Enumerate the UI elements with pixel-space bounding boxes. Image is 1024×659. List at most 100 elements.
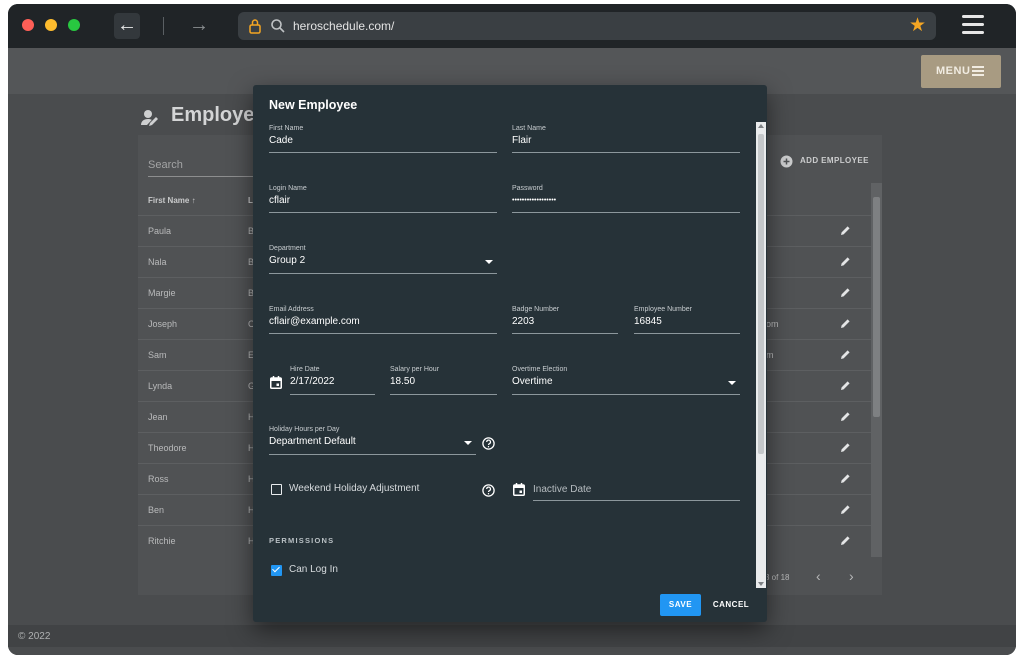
password-value: •••••••••••••••••• [512,197,557,204]
search-underline [148,176,263,177]
last-name-label: Last Name [512,125,546,132]
dropdown-caret-icon [728,381,736,385]
holiday-hours-select[interactable]: Holiday Hours per Day Department Default [269,426,476,455]
edit-pencil-icon[interactable] [840,473,851,484]
inactive-date-placeholder: Inactive Date [533,484,592,495]
overtime-select[interactable]: Overtime Election Overtime [512,366,740,395]
can-log-in-label: Can Log In [289,564,338,575]
app-footer: © 2022 [8,625,1016,647]
weekend-holiday-label: Weekend Holiday Adjustment [289,483,420,494]
forward-arrow-icon[interactable]: → [186,13,212,39]
cancel-button[interactable]: CANCEL [705,594,757,616]
employee-number-field[interactable]: Employee Number 16845 [634,306,740,334]
bookmark-star-icon[interactable]: ★ [909,14,926,37]
dialog-title: New Employee [269,98,358,112]
edit-pencil-icon[interactable] [840,349,851,360]
maximize-window-button[interactable] [68,19,80,31]
edit-pencil-icon[interactable] [840,411,851,422]
field-underline [390,394,497,395]
browser-menu-icon[interactable] [962,15,984,35]
minimize-window-button[interactable] [45,19,57,31]
menu-lines-icon [972,66,984,76]
holiday-hours-value: Department Default [269,436,356,447]
inactive-date-field[interactable]: Inactive Date [533,473,740,501]
add-employee-label: ADD EMPLOYEE [800,156,869,165]
first-name-cell: Theodore [148,443,187,453]
close-window-button[interactable] [22,19,34,31]
add-employee-button[interactable]: ADD EMPLOYEE [780,154,880,170]
edit-pencil-icon[interactable] [840,442,851,453]
hire-date-label: Hire Date [290,366,320,373]
field-underline [269,152,497,153]
badge-number-value: 2203 [512,316,535,327]
login-name-label: Login Name [269,185,307,192]
department-value: Group 2 [269,255,306,266]
department-select[interactable]: Department Group 2 [269,245,497,274]
help-icon[interactable] [482,437,495,450]
menu-button-label: MENU [936,65,971,77]
field-underline [512,212,740,213]
column-header-first-name[interactable]: First Name ↑ [148,196,196,205]
search-input[interactable]: Search [148,159,183,171]
calendar-icon[interactable] [513,483,525,496]
login-name-field[interactable]: Login Name cflair [269,185,497,213]
email-field[interactable]: Email Address cflair@example.com [269,306,497,334]
login-name-value: cflair [269,195,291,206]
weekend-holiday-checkbox[interactable] [271,484,282,495]
table-scrollbar[interactable] [871,183,882,557]
badge-number-field[interactable]: Badge Number 2203 [512,306,618,334]
first-name-cell: Margie [148,288,176,298]
field-underline [512,152,740,153]
previous-page-icon[interactable]: ‹ [816,568,821,584]
pagination-text: 3 of 18 [765,573,790,582]
last-name-field[interactable]: Last Name Flair [512,125,740,153]
edit-pencil-icon[interactable] [840,535,851,546]
field-underline [269,273,497,274]
dropdown-caret-icon [464,441,472,445]
can-log-in-checkbox[interactable] [271,565,282,576]
salary-value: 18.50 [390,376,416,387]
search-icon [271,19,285,33]
first-name-cell: Ritchie [148,536,176,546]
browser-window: ← → heroschedule.com/ ★ MENU Employees S… [8,4,1016,655]
first-name-cell: Sam [148,350,167,360]
first-name-cell: Ross [148,474,169,484]
first-name-cell: Ben [148,505,165,515]
save-button[interactable]: SAVE [660,594,701,616]
field-underline [512,333,618,334]
menu-button[interactable]: MENU [921,55,1001,88]
address-bar[interactable]: heroschedule.com/ ★ [238,12,936,40]
email-cell: m [766,350,774,360]
back-arrow-icon[interactable]: ← [114,13,140,39]
first-name-cell: Paula [148,226,172,236]
password-field[interactable]: Password •••••••••••••••••• [512,185,740,213]
edit-pencil-icon[interactable] [840,380,851,391]
edit-pencil-icon[interactable] [840,256,851,267]
hire-date-field[interactable]: Hire Date 2/17/2022 [290,366,375,395]
first-name-field[interactable]: First Name Cade [269,125,497,153]
field-underline [269,454,476,455]
scroll-down-icon[interactable] [758,582,764,586]
email-value: cflair@example.com [269,316,360,327]
calendar-icon[interactable] [270,376,282,389]
field-underline [634,333,740,334]
user-edit-icon [141,110,158,126]
salary-field[interactable]: Salary per Hour 18.50 [390,366,497,395]
browser-toolbar: ← → heroschedule.com/ ★ [8,4,1016,48]
field-underline [269,212,497,213]
department-label: Department [269,245,306,252]
help-icon[interactable] [482,484,495,497]
field-underline [512,394,740,395]
scroll-up-icon[interactable] [758,124,764,128]
edit-pencil-icon[interactable] [840,287,851,298]
hire-date-value: 2/17/2022 [290,376,335,387]
first-name-cell: Jean [148,412,168,422]
table-scrollbar-thumb[interactable] [873,197,880,417]
edit-pencil-icon[interactable] [840,225,851,236]
overtime-value: Overtime [512,376,553,387]
edit-pencil-icon[interactable] [840,318,851,329]
next-page-icon[interactable]: › [849,568,854,584]
edit-pencil-icon[interactable] [840,504,851,515]
dialog-scrollbar-thumb[interactable] [758,134,764,454]
dialog-scrollbar[interactable] [756,122,766,588]
